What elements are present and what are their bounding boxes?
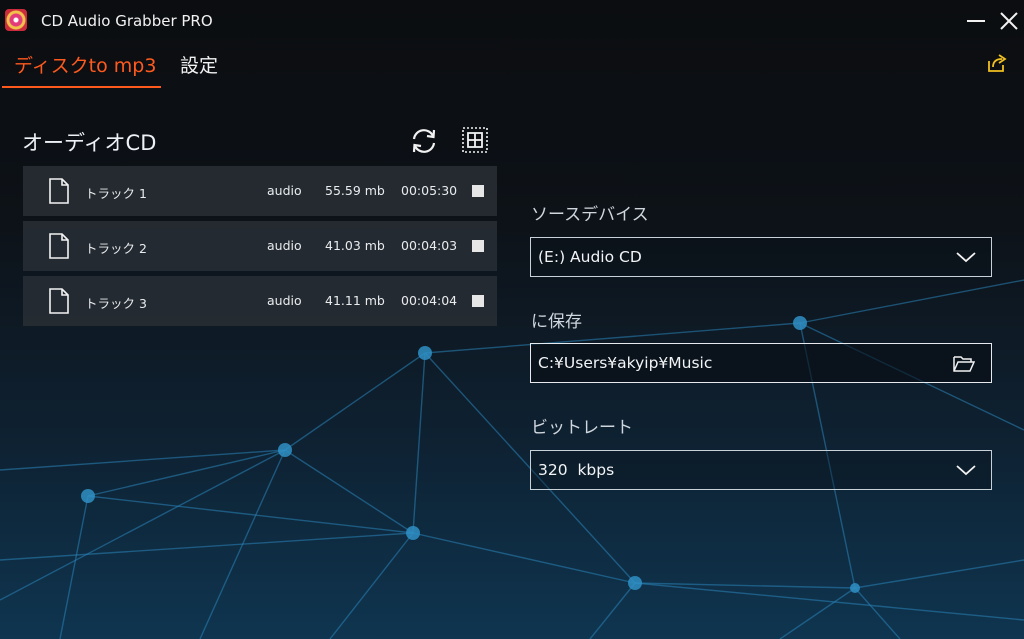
chevron-down-icon — [956, 252, 976, 263]
file-icon — [49, 233, 69, 259]
source-device-value: (E:) Audio CD — [538, 248, 642, 266]
track-name: トラック 1 — [85, 186, 147, 201]
tab-settings[interactable]: 設定 — [180, 51, 218, 78]
active-tab-indicator — [2, 86, 161, 88]
track-format: audio — [267, 183, 302, 198]
share-export-icon[interactable] — [986, 52, 1008, 74]
track-size: 41.11 mb — [325, 293, 385, 308]
file-icon — [49, 288, 69, 314]
audio-cd-title: オーディオCD — [22, 131, 157, 155]
title-bar: CD Audio Grabber PRO — [0, 0, 1024, 44]
track-size: 55.59 mb — [325, 183, 385, 198]
track-list: トラック 1 audio 55.59 mb 00:05:30 トラック 2 au… — [23, 166, 497, 331]
track-name: トラック 3 — [85, 296, 147, 311]
folder-open-icon[interactable] — [953, 355, 975, 373]
bitrate-label: ビットレート — [531, 418, 633, 438]
grid-select-icon[interactable] — [461, 126, 489, 154]
minimize-button[interactable] — [963, 8, 989, 34]
source-device-select[interactable]: (E:) Audio CD — [530, 237, 992, 277]
save-to-value: C:¥Users¥akyip¥Music — [538, 354, 713, 372]
tab-disc-to-mp3[interactable]: ディスクto mp3 — [14, 51, 156, 78]
track-size: 41.03 mb — [325, 238, 385, 253]
tab-bar: ディスクto mp3 設定 — [0, 44, 400, 90]
app-window: CD Audio Grabber PRO ディスクto mp3 設定 オーディオ… — [0, 0, 1024, 639]
save-to-label: に保存 — [531, 312, 582, 332]
track-duration: 00:04:03 — [401, 238, 458, 253]
track-checkbox[interactable] — [472, 240, 484, 252]
track-checkbox[interactable] — [472, 295, 484, 307]
refresh-icon[interactable] — [409, 126, 439, 156]
save-to-field[interactable]: C:¥Users¥akyip¥Music — [530, 343, 992, 383]
track-duration: 00:05:30 — [401, 183, 458, 198]
source-device-label: ソースデバイス — [531, 205, 649, 225]
track-format: audio — [267, 238, 302, 253]
bitrate-value: 320 kbps — [538, 461, 615, 479]
track-row[interactable]: トラック 3 audio 41.11 mb 00:04:04 — [23, 276, 497, 326]
track-checkbox[interactable] — [472, 185, 484, 197]
close-button[interactable] — [996, 8, 1022, 34]
track-row[interactable]: トラック 1 audio 55.59 mb 00:05:30 — [23, 166, 497, 216]
window-title: CD Audio Grabber PRO — [41, 12, 213, 30]
bitrate-select[interactable]: 320 kbps — [530, 450, 992, 490]
track-duration: 00:04:04 — [401, 293, 458, 308]
chevron-down-icon — [956, 465, 976, 476]
app-icon — [5, 9, 27, 31]
track-name: トラック 2 — [85, 241, 147, 256]
close-icon — [1000, 12, 1018, 30]
track-format: audio — [267, 293, 302, 308]
track-row[interactable]: トラック 2 audio 41.03 mb 00:04:03 — [23, 221, 497, 271]
file-icon — [49, 178, 69, 204]
